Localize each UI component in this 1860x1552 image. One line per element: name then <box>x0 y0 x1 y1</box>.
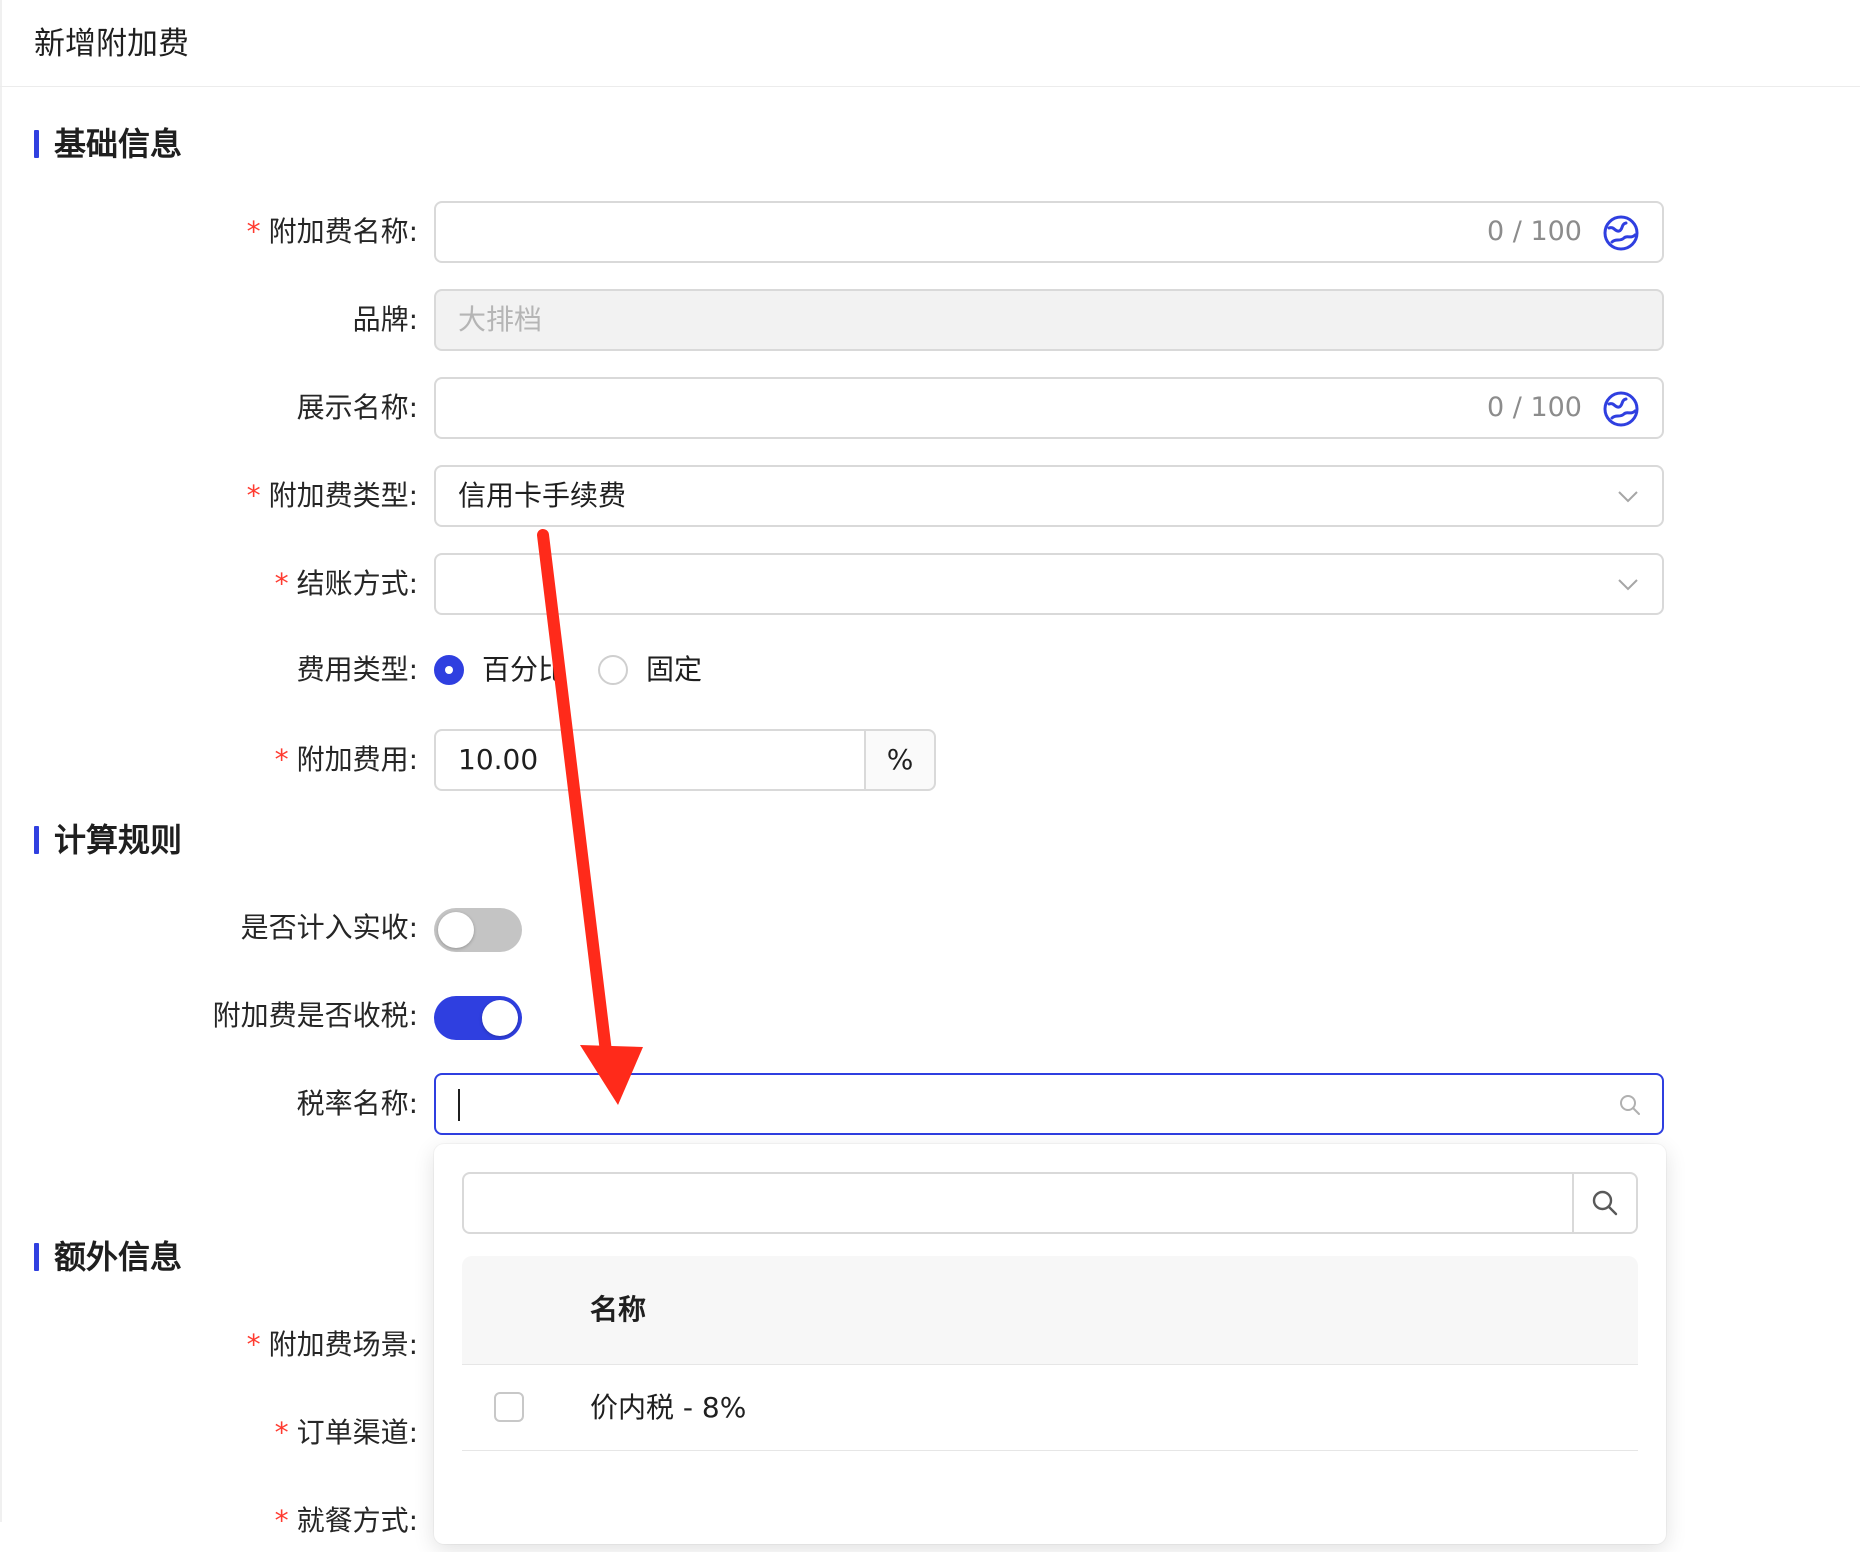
display-name-counter: 0 / 100 <box>1487 392 1582 423</box>
surcharge-type-select[interactable]: 信用卡手续费 <box>434 465 1664 527</box>
display-name-input[interactable]: 0 / 100 <box>434 377 1664 439</box>
surcharge-name-input[interactable]: 0 / 100 <box>434 201 1664 263</box>
column-header-name: 名称 <box>590 1293 647 1326</box>
surcharge-type-label: * 附加费类型: <box>246 479 418 512</box>
tax-rate-name-select[interactable] <box>434 1073 1664 1135</box>
row-checkbox[interactable] <box>494 1392 524 1422</box>
search-icon <box>1592 1190 1618 1216</box>
surcharge-name-row: * 附加费名称: 0 / 100 <box>0 201 1860 263</box>
dropdown-table-header: 名称 <box>462 1256 1638 1365</box>
count-in-receipts-row: 是否计入实收: <box>0 897 1860 959</box>
taxable-toggle[interactable] <box>434 996 522 1040</box>
brand-placeholder: 大排档 <box>458 303 543 336</box>
surcharge-name-label: * 附加费名称: <box>246 215 418 248</box>
percent-unit-addon: % <box>864 729 936 791</box>
fee-type-percent-radio[interactable] <box>434 655 464 685</box>
surcharge-type-value: 信用卡手续费 <box>458 479 627 512</box>
page-title: 新增附加费 <box>34 26 189 62</box>
dining-method-label: * 就餐方式: <box>274 1504 418 1537</box>
brand-input: 大排档 <box>434 289 1664 351</box>
tax-rate-name-label: 税率名称: <box>296 1087 418 1120</box>
scene-label: * 附加费场景: <box>246 1328 418 1361</box>
order-channel-label: * 订单渠道: <box>274 1416 418 1449</box>
section-title-extra-info: 额外信息 <box>34 1237 182 1277</box>
globe-icon[interactable] <box>1602 390 1640 428</box>
count-in-receipts-toggle[interactable] <box>434 908 522 952</box>
chevron-down-icon <box>1618 491 1638 503</box>
checkout-method-select[interactable] <box>434 553 1664 615</box>
fee-type-percent-label[interactable]: 百分比 <box>482 639 566 701</box>
fee-type-label: 费用类型: <box>296 653 418 686</box>
tax-rate-option-label: 价内税 - 8% <box>590 1391 747 1424</box>
surcharge-fee-label: * 附加费用: <box>274 743 418 776</box>
text-caret <box>458 1089 460 1121</box>
globe-icon[interactable] <box>1602 214 1640 252</box>
display-name-label: 展示名称: <box>296 391 418 424</box>
required-marker: * <box>274 743 289 776</box>
required-marker: * <box>274 1416 289 1449</box>
section-title-calc-rules: 计算规则 <box>34 820 182 860</box>
surcharge-fee-row: * 附加费用: 10.00 % <box>0 729 1860 791</box>
checkout-method-row: * 结账方式: <box>0 553 1860 615</box>
required-marker: * <box>274 567 289 600</box>
title-divider <box>0 86 1860 87</box>
count-in-receipts-label: 是否计入实收: <box>240 911 418 944</box>
dropdown-search-button[interactable] <box>1572 1174 1636 1232</box>
surcharge-type-row: * 附加费类型: 信用卡手续费 <box>0 465 1860 527</box>
required-marker: * <box>274 1504 289 1537</box>
surcharge-fee-value: 10.00 <box>458 743 539 776</box>
required-marker: * <box>246 479 261 512</box>
brand-row: 品牌: 大排档 <box>0 289 1860 351</box>
toggle-knob <box>482 1000 518 1036</box>
surcharge-name-counter: 0 / 100 <box>1487 216 1582 247</box>
required-marker: * <box>246 215 261 248</box>
checkout-method-label: * 结账方式: <box>274 567 418 600</box>
fee-type-fixed-radio[interactable] <box>598 655 628 685</box>
display-name-row: 展示名称: 0 / 100 <box>0 377 1860 439</box>
table-row[interactable]: 价内税 - 8% <box>462 1366 1638 1451</box>
taxable-label: 附加费是否收税: <box>212 999 418 1032</box>
fee-type-row: 费用类型: 百分比 固定 <box>0 639 1860 701</box>
required-marker: * <box>246 1328 261 1361</box>
brand-label: 品牌: <box>352 303 418 336</box>
dropdown-search-input[interactable] <box>462 1172 1638 1234</box>
taxable-row: 附加费是否收税: <box>0 985 1860 1047</box>
section-title-basic-info: 基础信息 <box>34 124 182 164</box>
tax-rate-name-row: 税率名称: <box>0 1073 1860 1135</box>
surcharge-fee-input[interactable]: 10.00 <box>434 729 866 791</box>
chevron-down-icon <box>1618 579 1638 591</box>
toggle-knob <box>438 912 474 948</box>
tax-rate-dropdown: 名称 价内税 - 8% <box>434 1144 1666 1544</box>
search-icon <box>1620 1095 1640 1115</box>
fee-type-fixed-label[interactable]: 固定 <box>646 639 702 701</box>
